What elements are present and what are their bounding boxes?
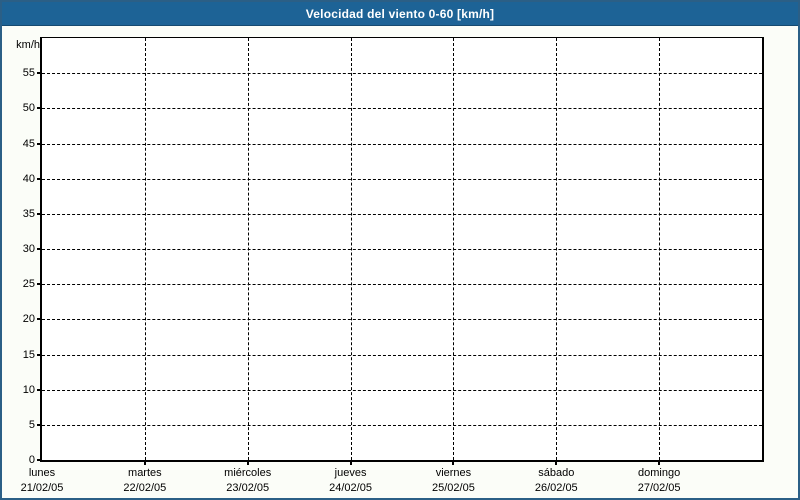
x-day-name: martes — [128, 467, 162, 479]
chart-title-bar: Velocidad del viento 0-60 [km/h] — [2, 2, 798, 26]
y-tick-label: 25 — [22, 278, 35, 291]
y-tick-mark — [37, 353, 40, 356]
x-day-date: 22/02/05 — [123, 482, 167, 494]
gridline-horizontal — [42, 108, 762, 110]
gridline-vertical — [556, 38, 558, 460]
gridline-horizontal — [42, 284, 762, 286]
gridline-horizontal — [42, 389, 762, 391]
gridline-horizontal — [42, 424, 762, 426]
y-tick-label: 55 — [22, 67, 35, 80]
x-day-date: 24/02/05 — [329, 482, 372, 494]
y-axis-unit-label: km/h — [16, 39, 40, 51]
x-day-label: domingo 27/02/05 — [607, 466, 711, 496]
y-tick-label: 15 — [22, 348, 35, 361]
y-tick-mark — [37, 248, 40, 250]
y-tick-mark — [37, 72, 40, 75]
y-tick-label: 50 — [22, 102, 35, 115]
gridline-vertical — [659, 38, 661, 460]
gridline-horizontal — [42, 354, 762, 356]
gridline-vertical — [247, 38, 249, 460]
x-tick-mark — [143, 462, 146, 465]
plot-area — [37, 37, 764, 465]
x-tick-mark — [555, 462, 558, 465]
chart-title: Velocidad del viento 0-60 [km/h] — [305, 6, 495, 21]
x-day-name: lunes — [28, 467, 56, 479]
y-tick-mark — [37, 388, 40, 391]
y-tick-label: 5 — [28, 418, 35, 431]
wind-speed-chart-window: Velocidad del viento 0-60 [km/h] km/h 0 5… — [0, 0, 800, 500]
y-tick-label: 20 — [22, 313, 35, 326]
y-tick-mark — [37, 423, 40, 426]
gridline-vertical — [350, 38, 352, 460]
y-tick-label: 30 — [22, 243, 35, 255]
gridline-horizontal — [42, 213, 762, 215]
y-tick-mark — [37, 177, 40, 180]
y-tick-mark — [37, 142, 40, 145]
x-day-date: 21/02/05 — [20, 482, 64, 494]
gridline-horizontal — [42, 73, 762, 75]
gridline-vertical — [144, 38, 146, 460]
x-day-name: jueves — [334, 467, 367, 479]
x-day-label: sábado 26/02/05 — [504, 466, 608, 496]
x-day-date: 26/02/05 — [534, 482, 578, 494]
x-tick-mark — [246, 462, 249, 465]
x-day-name: domingo — [638, 467, 681, 479]
x-day-date: 23/02/05 — [226, 482, 270, 494]
chart-area: km/h 0 5 10 15 20 25 30 35 40 45 50 55 lunes 21/02/05… — [2, 2, 798, 498]
gridline-horizontal — [42, 319, 762, 321]
gridline-vertical — [453, 38, 455, 460]
gridline-horizontal — [42, 143, 762, 145]
y-tick-label: 10 — [22, 383, 35, 396]
y-tick-label: 0 — [28, 454, 35, 466]
x-day-label: viernes 25/02/05 — [401, 466, 505, 496]
y-tick-mark — [37, 283, 40, 286]
x-day-name: viernes — [435, 467, 472, 479]
y-tick-label: 35 — [22, 207, 35, 220]
y-tick-mark — [37, 459, 40, 461]
x-day-name: sábado — [538, 467, 575, 479]
x-day-label: jueves 24/02/05 — [299, 466, 403, 496]
x-day-date: 27/02/05 — [637, 482, 681, 494]
x-day-date: 25/02/05 — [432, 482, 475, 494]
x-tick-mark — [658, 462, 661, 465]
gridline-horizontal — [42, 249, 762, 250]
x-tick-mark — [452, 462, 455, 465]
gridline-horizontal — [42, 178, 762, 180]
y-tick-label: 40 — [22, 172, 35, 185]
x-day-label: martes 22/02/05 — [93, 466, 197, 496]
y-tick-mark — [37, 318, 40, 321]
x-day-label: miércoles 23/02/05 — [196, 466, 300, 496]
y-tick-label: 45 — [22, 137, 35, 150]
y-tick-mark — [37, 107, 40, 110]
x-tick-mark — [349, 462, 352, 465]
x-day-label: lunes 21/02/05 — [2, 466, 94, 496]
y-tick-mark — [37, 212, 40, 215]
x-day-name: miércoles — [224, 467, 272, 479]
